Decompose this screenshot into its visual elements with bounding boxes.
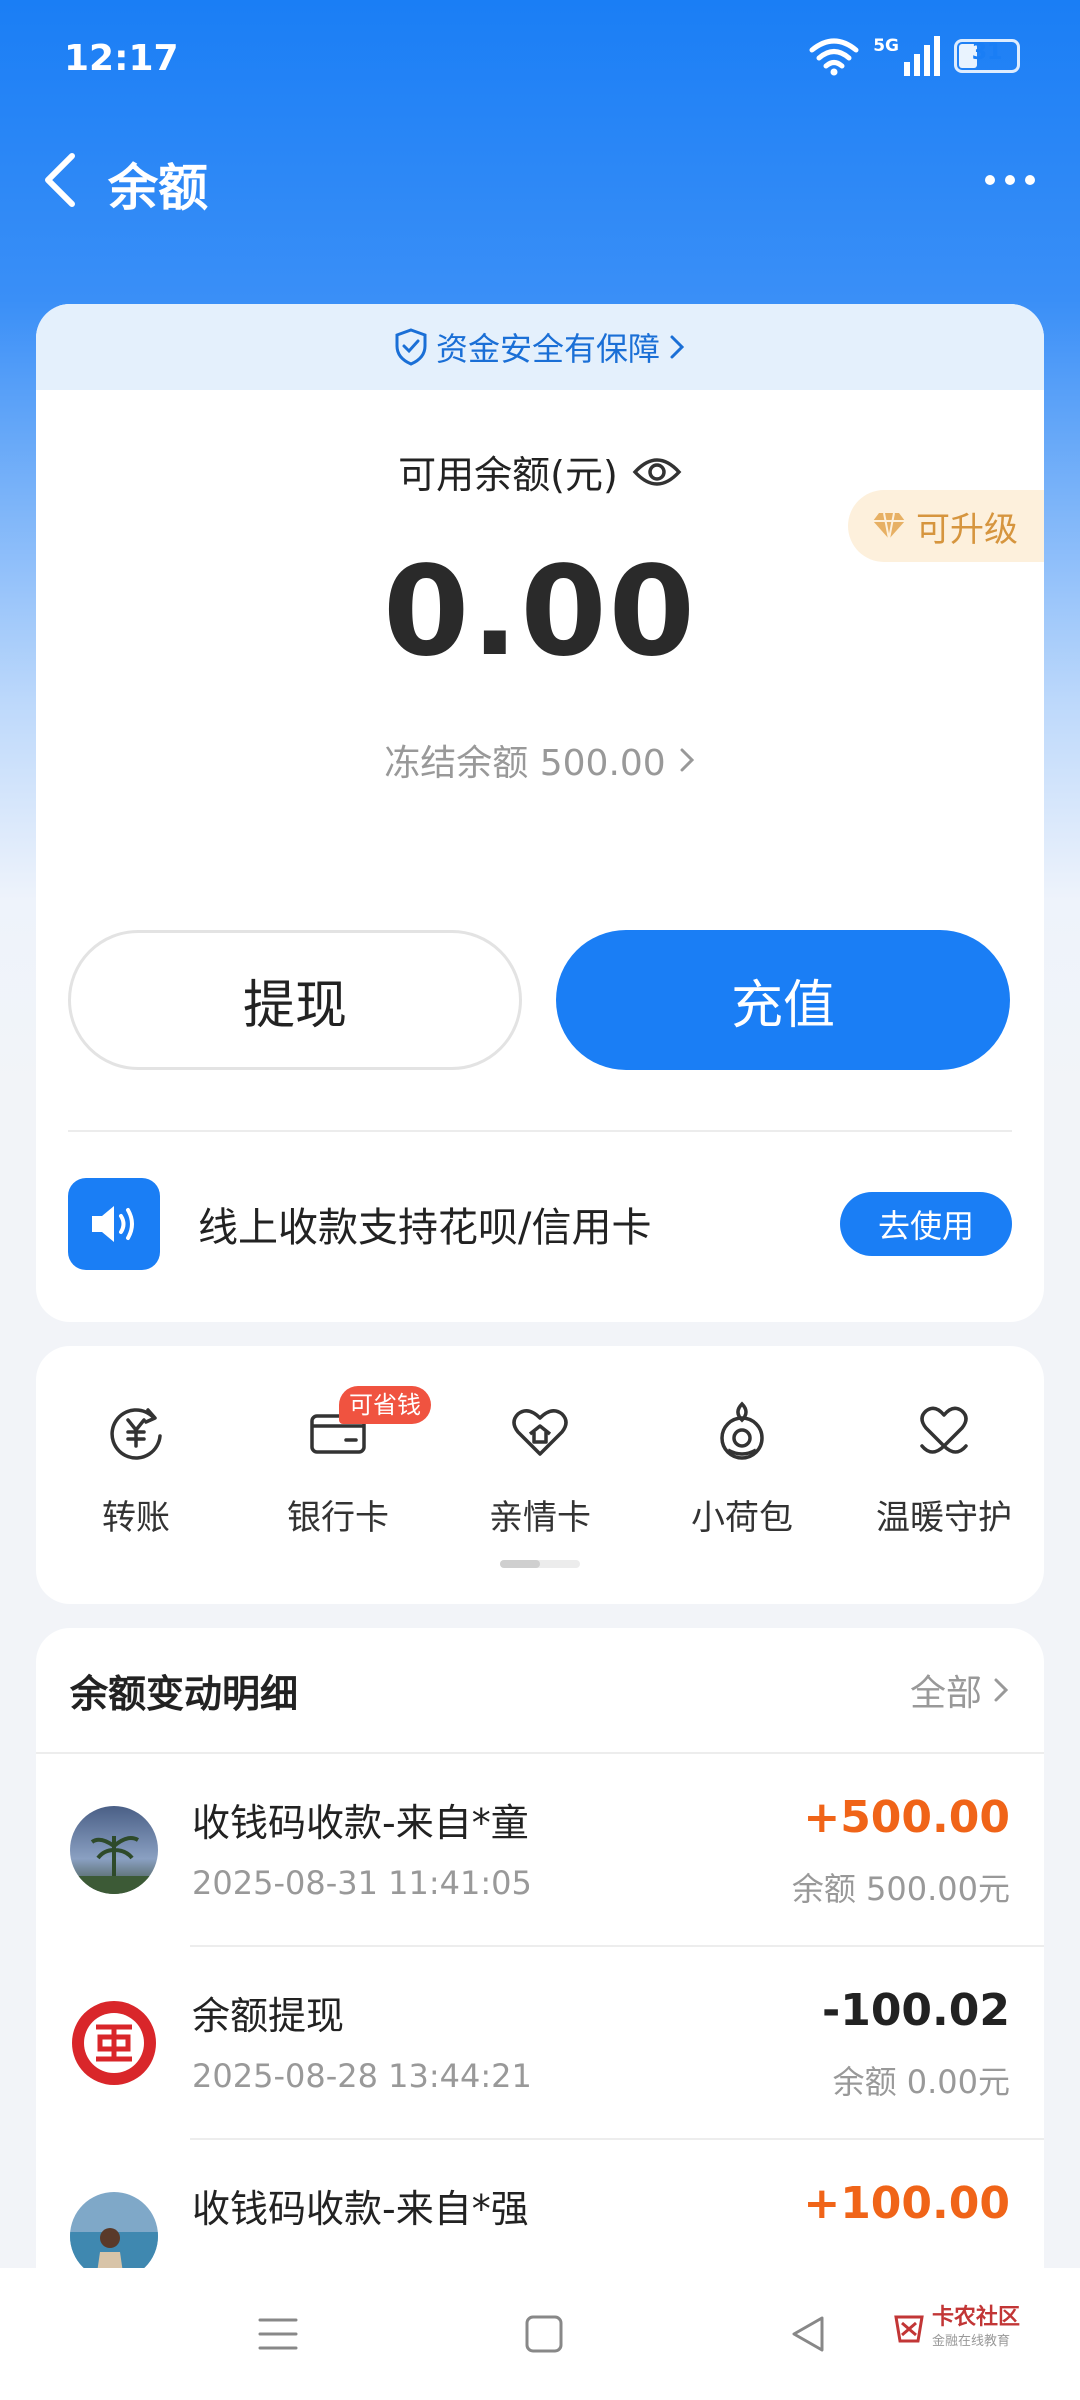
balance-history-card: 余额变动明细 全部 收钱码收款-来自*童 2025-08-31 11:41:05… bbox=[36, 1628, 1044, 2348]
menu-icon[interactable] bbox=[256, 2312, 300, 2356]
transaction-time: 2025-08-28 13:44:21 bbox=[192, 2057, 532, 2095]
recharge-button[interactable]: 充值 bbox=[556, 930, 1010, 1070]
quick-actions-card: 转账 银行卡 可省钱 亲情卡 小荷包 温暖守护 bbox=[36, 1346, 1044, 1604]
frozen-balance-link[interactable]: 冻结余额 500.00 bbox=[36, 734, 1044, 786]
signal-bars-icon bbox=[904, 36, 940, 76]
frozen-balance-text: 冻结余额 500.00 bbox=[384, 743, 666, 784]
back-triangle-icon[interactable] bbox=[786, 2312, 830, 2356]
status-icons: 5G 31 bbox=[809, 36, 1020, 76]
watermark: 卡农社区 金融在线教育 bbox=[892, 2306, 1020, 2349]
balance-history-title: 余额变动明细 bbox=[70, 1671, 299, 1716]
network-type: 5G bbox=[873, 36, 899, 56]
chevron-right-icon bbox=[680, 748, 694, 772]
promo-text: 线上收款支持花呗/信用卡 bbox=[198, 1205, 652, 1251]
speaker-icon bbox=[68, 1178, 160, 1270]
filter-all-link[interactable]: 全部 bbox=[910, 1664, 1010, 1716]
action-transfer[interactable]: 转账 bbox=[46, 1400, 226, 1539]
transaction-balance: 余额 0.00元 bbox=[832, 2063, 1010, 2101]
transaction-amount: +100.00 bbox=[803, 2178, 1010, 2229]
home-icon[interactable] bbox=[522, 2312, 566, 2356]
action-label: 转账 bbox=[102, 1498, 170, 1538]
action-label: 小荷包 bbox=[691, 1498, 793, 1538]
signal-5g-icon: 5G bbox=[873, 36, 940, 76]
family-card-heart-icon bbox=[512, 1409, 568, 1456]
back-arrow-icon[interactable] bbox=[36, 148, 96, 212]
wifi-icon bbox=[809, 38, 859, 76]
watermark-text-block: 卡农社区 金融在线教育 bbox=[931, 2305, 1020, 2350]
watermark-sub: 金融在线教育 bbox=[931, 2334, 1010, 2349]
transaction-amount: +500.00 bbox=[803, 1792, 1010, 1843]
promo-row: 线上收款支持花呗/信用卡 去使用 bbox=[68, 1178, 1012, 1270]
battery-icon: 31 bbox=[954, 39, 1020, 73]
header: 余额 bbox=[0, 130, 1080, 230]
chevron-right-icon bbox=[670, 335, 685, 359]
lotus-purse-icon bbox=[720, 1401, 764, 1460]
transaction-balance: 余额 500.00元 bbox=[791, 1870, 1010, 1908]
balance-history-header: 余额变动明细 全部 bbox=[36, 1628, 1044, 1754]
bank-logo-icon bbox=[70, 1999, 158, 2087]
transfer-yen-icon bbox=[110, 1408, 162, 1460]
warm-guard-heart-icon bbox=[920, 1406, 968, 1454]
more-options-icon[interactable] bbox=[980, 156, 1040, 204]
transaction-name: 收钱码收款-来自*强 bbox=[192, 2187, 529, 2231]
chevron-right-icon bbox=[994, 1678, 1009, 1702]
divider bbox=[68, 1130, 1012, 1132]
status-time: 12:17 bbox=[64, 38, 179, 79]
go-use-button[interactable]: 去使用 bbox=[840, 1192, 1012, 1256]
action-warm-guard[interactable]: 温暖守护 bbox=[854, 1400, 1034, 1539]
withdraw-button[interactable]: 提现 bbox=[68, 930, 522, 1070]
balance-amount: 0.00 bbox=[383, 540, 697, 684]
fund-safety-banner[interactable]: 资金安全有保障 bbox=[36, 304, 1044, 390]
saving-tag: 可省钱 bbox=[339, 1386, 431, 1424]
page-title: 余额 bbox=[108, 159, 208, 217]
avatar bbox=[70, 1806, 158, 1894]
balance-card: 资金安全有保障 可用余额(元) 可升级 0.00 冻结余额 500.00 提现 … bbox=[36, 304, 1044, 1322]
page-indicator bbox=[500, 1560, 580, 1568]
page-indicator-active bbox=[500, 1560, 540, 1568]
transaction-name: 余额提现 bbox=[192, 1994, 345, 2038]
action-label: 亲情卡 bbox=[489, 1498, 591, 1538]
system-nav-bar: 卡农社区 金融在线教育 bbox=[0, 2268, 1080, 2400]
filter-all-label: 全部 bbox=[909, 1673, 982, 1714]
action-small-purse[interactable]: 小荷包 bbox=[652, 1400, 832, 1539]
watermark-logo-icon bbox=[894, 2315, 924, 2342]
transaction-row[interactable]: 收钱码收款-来自*童 2025-08-31 11:41:05 +500.00 余… bbox=[36, 1754, 1044, 1947]
status-bar: 12:17 5G 31 bbox=[0, 0, 1080, 130]
available-balance-label: 可用余额(元) bbox=[398, 453, 618, 497]
action-label: 温暖守护 bbox=[876, 1498, 1012, 1538]
action-family-card[interactable]: 亲情卡 bbox=[450, 1400, 630, 1539]
fund-safety-text: 资金安全有保障 bbox=[435, 330, 660, 368]
transaction-name: 收钱码收款-来自*童 bbox=[192, 1801, 529, 1845]
battery-level: 31 bbox=[971, 40, 1003, 65]
shield-check-icon bbox=[395, 328, 427, 366]
watermark-text: 卡农社区 bbox=[931, 2305, 1020, 2330]
diamond-icon bbox=[873, 512, 905, 540]
transaction-amount: -100.02 bbox=[821, 1985, 1010, 2036]
transaction-row[interactable]: 余额提现 2025-08-28 13:44:21 -100.02 余额 0.00… bbox=[36, 1947, 1044, 2140]
transaction-time: 2025-08-31 11:41:05 bbox=[192, 1864, 532, 1902]
action-label: 银行卡 bbox=[287, 1498, 389, 1538]
eye-icon[interactable] bbox=[632, 454, 682, 490]
avatar bbox=[70, 2192, 158, 2280]
